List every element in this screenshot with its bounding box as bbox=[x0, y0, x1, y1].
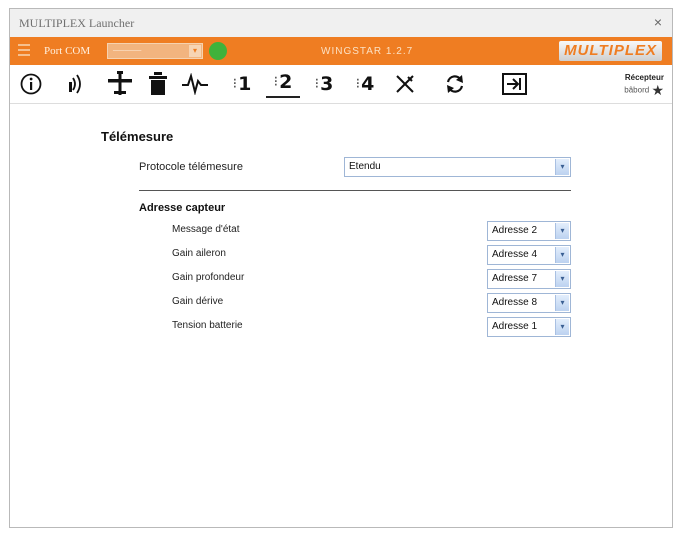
tab-flight-phase-3[interactable]: ⁝ 3 bbox=[307, 68, 341, 100]
antenna-icon bbox=[69, 74, 81, 94]
tab-tools[interactable] bbox=[388, 68, 422, 100]
chevron-down-icon: ▾ bbox=[555, 159, 569, 175]
info-circle-icon bbox=[20, 73, 42, 95]
protocol-select-value: Etendu bbox=[349, 161, 381, 172]
tab-receiver[interactable] bbox=[142, 68, 174, 100]
phase-marker: ⁝ bbox=[355, 76, 361, 92]
sensor-select-elevator-gain[interactable]: Adresse 7 ▾ bbox=[487, 269, 571, 289]
exit-arrow-icon bbox=[501, 73, 527, 95]
receiver-status: Récepteur bâbord ★ bbox=[624, 73, 664, 99]
tab-airplane[interactable] bbox=[102, 68, 138, 100]
mixer-icon bbox=[182, 73, 208, 95]
port-label: Port COM bbox=[44, 45, 91, 57]
phase-number: 3 bbox=[320, 73, 334, 95]
sensor-select-value: Adresse 8 bbox=[492, 297, 538, 308]
phase-marker: ⁝ bbox=[232, 76, 238, 92]
tab-flight-phase-4[interactable]: ⁝ 4 bbox=[348, 68, 382, 100]
sensor-select-value: Adresse 7 bbox=[492, 273, 538, 284]
brand-logo: MULTIPLEX bbox=[559, 41, 662, 61]
title-bar: MULTIPLEX Launcher × bbox=[10, 9, 672, 37]
sensor-select-status-message[interactable]: Adresse 2 ▾ bbox=[487, 221, 571, 241]
airplane-icon bbox=[108, 71, 132, 95]
chevron-down-icon: ▾ bbox=[555, 295, 569, 311]
sensor-select-value: Adresse 4 bbox=[492, 249, 538, 260]
sensor-select-rudder-gain[interactable]: Adresse 8 ▾ bbox=[487, 293, 571, 313]
phase-number: 2 bbox=[279, 71, 293, 93]
window-title: MULTIPLEX Launcher bbox=[19, 16, 135, 30]
receiver-state: bâbord bbox=[624, 85, 650, 95]
telemetry-page: Télémesure Protocole télémesure Etendu ▾… bbox=[10, 104, 672, 528]
sensor-label-status-message: Message d'état bbox=[172, 224, 240, 235]
port-select[interactable]: ───── ▾ bbox=[107, 43, 203, 59]
tab-sync[interactable] bbox=[438, 68, 472, 100]
toolbar: ⁝ 1 ⁝ 2 ⁝ 3 ⁝ 4 bbox=[10, 65, 672, 104]
chevron-down-icon: ▾ bbox=[555, 319, 569, 335]
page-title: Télémesure bbox=[101, 129, 174, 144]
section-divider bbox=[139, 190, 571, 191]
sensor-select-aileron-gain[interactable]: Adresse 4 ▾ bbox=[487, 245, 571, 265]
exit-button[interactable] bbox=[498, 68, 530, 100]
protocol-label: Protocole télémesure bbox=[139, 161, 243, 173]
receiver-icon bbox=[149, 72, 167, 95]
sensor-label-aileron-gain: Gain aileron bbox=[172, 248, 226, 259]
launcher-window: MULTIPLEX Launcher × Port COM ───── ▾ WI… bbox=[9, 8, 673, 528]
connection-status-led bbox=[209, 42, 227, 60]
sensor-label-battery-voltage: Tension batterie bbox=[172, 320, 243, 331]
protocol-select[interactable]: Etendu ▾ bbox=[344, 157, 571, 177]
sensor-label-rudder-gain: Gain dérive bbox=[172, 296, 224, 307]
tab-telemetry[interactable] bbox=[58, 68, 98, 102]
chevron-down-icon: ▾ bbox=[555, 247, 569, 263]
chevron-down-icon: ▾ bbox=[555, 223, 569, 239]
phase-marker: ⁝ bbox=[273, 74, 279, 90]
sensor-select-value: Adresse 1 bbox=[492, 321, 538, 332]
chevron-down-icon: ▾ bbox=[189, 45, 201, 57]
phase-number: 1 bbox=[238, 73, 252, 95]
tab-flight-phase-2[interactable]: ⁝ 2 bbox=[266, 68, 300, 98]
sensor-label-elevator-gain: Gain profondeur bbox=[172, 272, 245, 283]
sensor-select-value: Adresse 2 bbox=[492, 225, 538, 236]
chevron-down-icon: ▾ bbox=[555, 271, 569, 287]
sensor-select-battery-voltage[interactable]: Adresse 1 ▾ bbox=[487, 317, 571, 337]
receiver-title: Récepteur bbox=[624, 73, 664, 82]
phase-marker: ⁝ bbox=[314, 76, 320, 92]
version-label: WINGSTAR 1.2.7 bbox=[321, 46, 414, 57]
sync-icon bbox=[446, 75, 464, 93]
tab-info[interactable] bbox=[16, 68, 46, 100]
port-select-value: ───── bbox=[113, 46, 142, 55]
tab-mixer[interactable] bbox=[178, 68, 212, 100]
tools-icon bbox=[396, 75, 414, 93]
phase-number: 4 bbox=[361, 73, 375, 95]
sensor-section-title: Adresse capteur bbox=[139, 202, 226, 214]
menu-icon[interactable] bbox=[18, 44, 30, 58]
star-icon[interactable]: ★ bbox=[651, 82, 664, 98]
close-icon[interactable]: × bbox=[654, 14, 662, 30]
tab-flight-phase-1[interactable]: ⁝ 1 bbox=[225, 68, 259, 100]
port-bar: Port COM ───── ▾ WINGSTAR 1.2.7 MULTIPLE… bbox=[10, 37, 672, 65]
